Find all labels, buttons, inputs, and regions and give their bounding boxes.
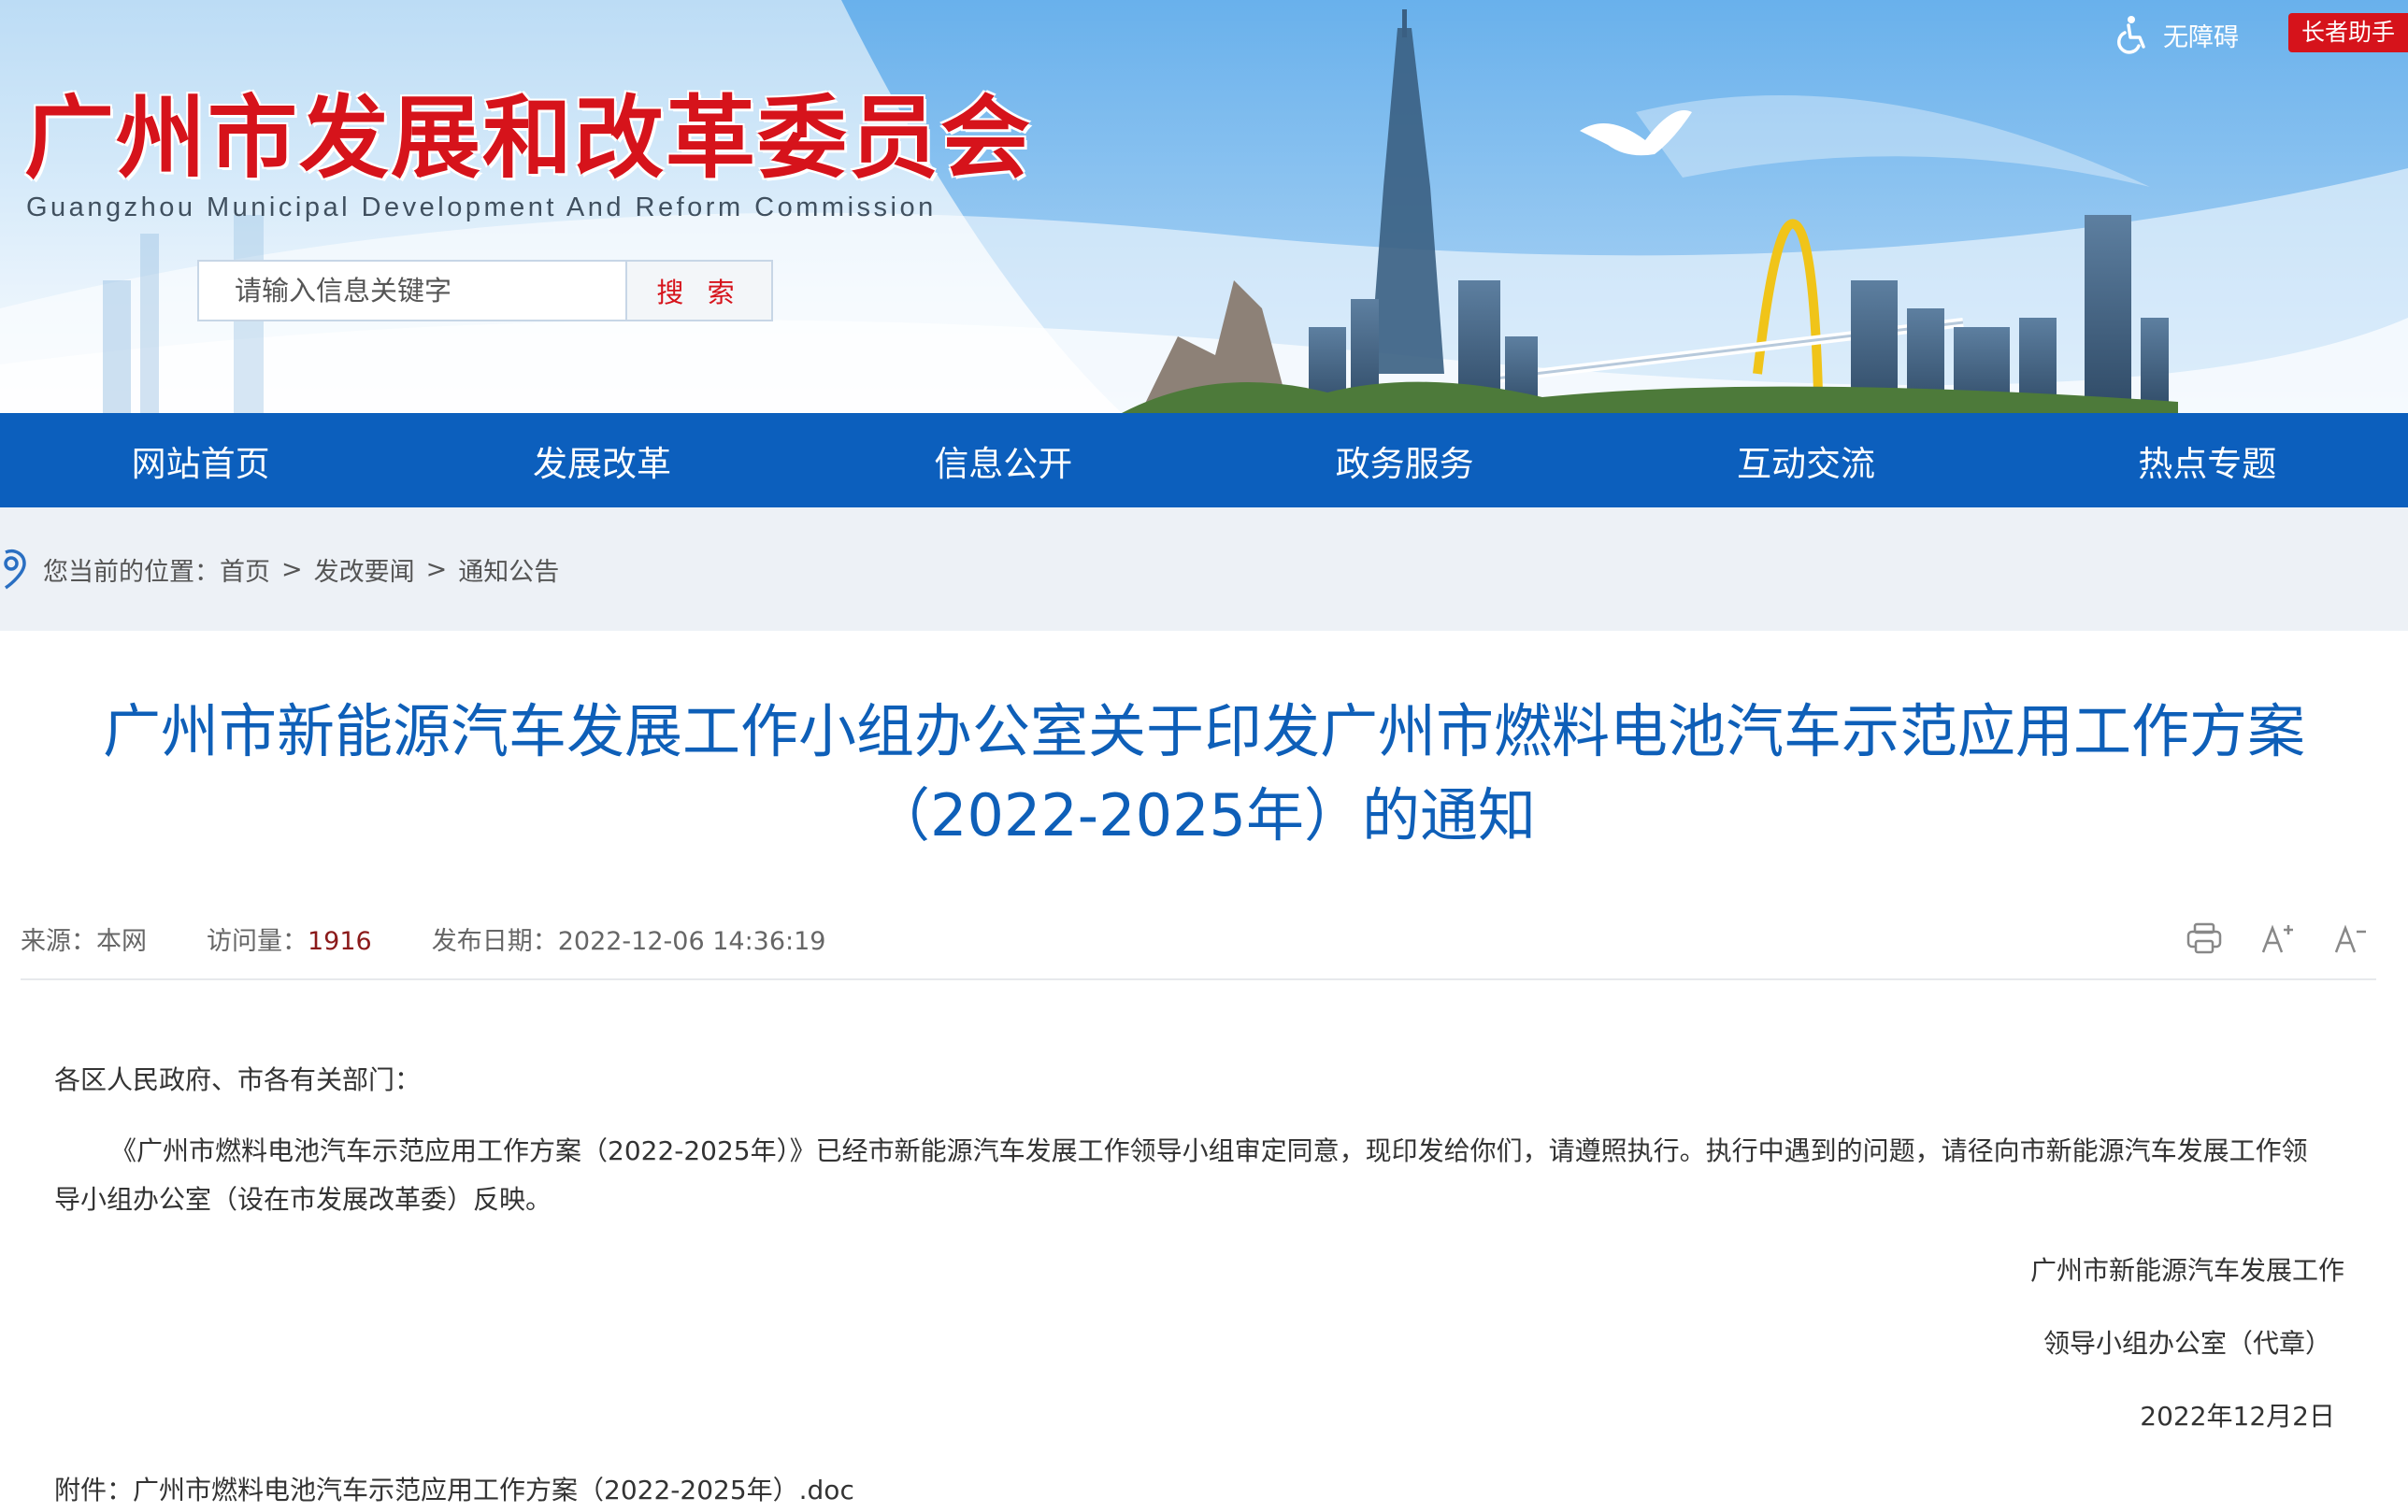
nav-item-info-disclosure[interactable]: 信息公开 [803,413,1204,507]
location-pin-icon [4,549,26,590]
date-label: 发布日期： [431,927,558,956]
article-hits: 访问量：1916 [207,920,372,957]
article-greeting: 各区人民政府、市各有关部门： [54,1064,422,1095]
font-decrease-button[interactable] [2329,918,2371,959]
signature-date: 2022年12月2日 [2140,1401,2335,1432]
article-body-paragraph: 《广州市燃料电池汽车示范应用工作方案（2022-2025年）》已经市新能源汽车发… [54,1135,2308,1215]
site-title: 广州市发展和改革委员会 [24,85,1032,191]
site-header: 广州市发展和改革委员会 Guangzhou Municipal Developm… [0,0,2408,413]
nav-item-gov-services[interactable]: 政务服务 [1204,413,1605,507]
wheelchair-icon [2117,16,2145,54]
nav-item-interaction[interactable]: 互动交流 [1605,413,2006,507]
breadcrumb: 您当前的位置： 首页 > 发改要闻 > 通知公告 [0,549,559,590]
breadcrumb-current-link[interactable]: 通知公告 [458,551,559,588]
attachment-link[interactable]: 广州市燃料电池汽车示范应用工作方案（2022-2025年）.doc [133,1475,854,1505]
breadcrumb-bar: 您当前的位置： 首页 > 发改要闻 > 通知公告 [0,507,2408,631]
search-button[interactable]: 搜 索 [625,262,771,320]
elder-mode-button[interactable]: 长者助手 [2288,13,2408,52]
article-meta: 来源：本网 访问量：1916 发布日期：2022-12-06 14:36:19 [21,920,825,957]
nav-item-home[interactable]: 网站首页 [0,413,401,507]
attachment-label: 附件： [54,1475,134,1505]
signature-line2: 领导小组办公室（代章） [2042,1328,2331,1359]
source-label: 来源： [21,927,96,956]
search-input[interactable] [199,262,625,320]
article-tools [2184,918,2371,959]
date-value: 2022-12-06 14:36:19 [557,927,826,956]
hits-value: 1916 [308,927,372,956]
signature-line1: 广州市新能源汽车发展工作 [2029,1255,2344,1286]
nav-item-development-reform[interactable]: 发展改革 [401,413,802,507]
font-increase-icon [2261,924,2293,953]
breadcrumb-section-link[interactable]: 发改要闻 [314,551,415,588]
attachment: 附件：广州市燃料电池汽车示范应用工作方案（2022-2025年）.doc [54,1470,854,1507]
font-increase-button[interactable] [2257,918,2298,959]
article-title-line2: （2022-2025年）的通知 [872,781,1536,849]
accessibility-label: 无障碍 [2163,22,2239,52]
source-value: 本网 [96,927,147,956]
breadcrumb-separator: > [281,554,303,584]
article-title: 广州市新能源汽车发展工作小组办公室关于印发广州市燃料电池汽车示范应用工作方案 （… [28,690,2380,858]
printer-icon [2186,922,2222,954]
breadcrumb-home-link[interactable]: 首页 [220,551,270,588]
meta-divider [21,978,2376,980]
site-subtitle: Guangzhou Municipal Development And Refo… [26,193,937,222]
hits-label: 访问量： [207,927,308,956]
article-date: 发布日期：2022-12-06 14:36:19 [432,920,826,957]
search-box: 搜 索 [197,260,773,321]
nav-item-hot-topics[interactable]: 热点专题 [2007,413,2408,507]
main-nav: 网站首页 发展改革 信息公开 政务服务 互动交流 热点专题 [0,413,2408,507]
breadcrumb-prefix: 您当前的位置： [43,557,220,587]
breadcrumb-separator: > [425,554,448,584]
accessibility-link[interactable]: 无障碍 [2114,15,2239,54]
font-decrease-icon [2334,924,2366,953]
article-source: 来源：本网 [21,920,147,957]
article-title-line1: 广州市新能源汽车发展工作小组办公室关于印发广州市燃料电池汽车示范应用工作方案 [102,697,2305,765]
print-button[interactable] [2184,918,2225,959]
